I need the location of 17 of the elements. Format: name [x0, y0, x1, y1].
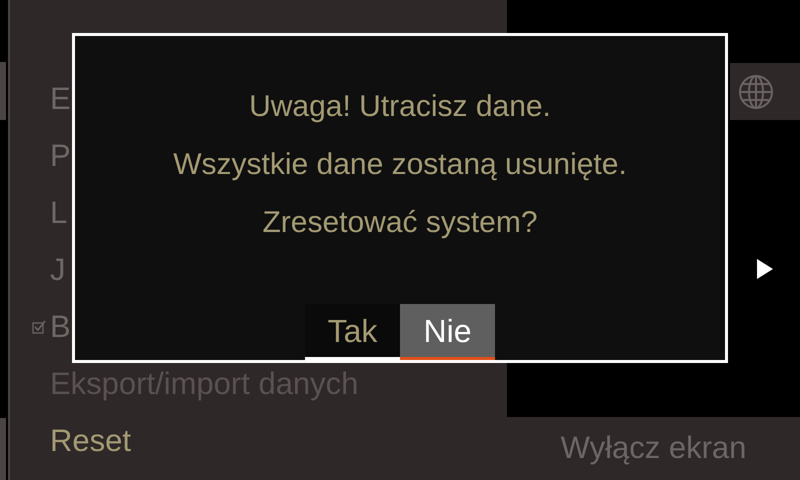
- menu-item[interactable]: L: [50, 197, 68, 228]
- scroll-indicator: [0, 62, 6, 120]
- dialog-message: Zresetować system?: [262, 205, 538, 241]
- scroll-indicator: [0, 418, 6, 480]
- menu-item[interactable]: B: [50, 311, 71, 342]
- menu-item[interactable]: J: [50, 254, 66, 285]
- menu-item[interactable]: P: [50, 140, 71, 171]
- menu-item[interactable]: Reset: [50, 425, 131, 456]
- dialog-button[interactable]: Nie: [400, 304, 495, 360]
- globe-icon: [738, 74, 774, 110]
- dialog-button[interactable]: Tak: [305, 304, 400, 360]
- dialog-message: Wszystkie dane zostaną usunięte.: [173, 147, 627, 183]
- menu-item[interactable]: E: [50, 83, 71, 114]
- play-icon[interactable]: [756, 258, 774, 280]
- dialog-message: Uwaga! Utracisz dane.: [249, 89, 551, 125]
- screen-off-button[interactable]: Wyłącz ekran: [507, 417, 800, 480]
- globe-tile[interactable]: [730, 63, 800, 120]
